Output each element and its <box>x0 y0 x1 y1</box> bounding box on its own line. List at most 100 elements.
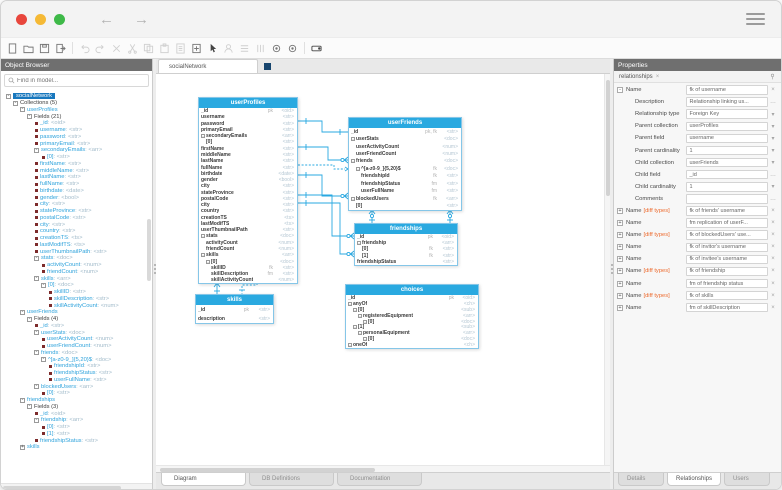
tree-expander[interactable]: - <box>34 148 39 153</box>
add-collection-icon[interactable] <box>189 40 204 56</box>
entity-choices[interactable]: choices_idpk<oid>-anyOf<ch>-[0]<sub>-reg… <box>345 284 479 349</box>
more-icon[interactable]: … <box>768 196 778 202</box>
entity-row[interactable]: -blockedUsersfk<arr> <box>349 195 461 202</box>
property-row[interactable]: DescriptionRelationship linking us...… <box>614 96 781 108</box>
minimize-window-button[interactable] <box>35 14 46 25</box>
property-value-input[interactable]: _id <box>686 170 768 180</box>
entity-row-expander[interactable]: - <box>351 197 355 201</box>
entity-row[interactable]: userFriendCount<num> <box>349 150 461 157</box>
property-value-input[interactable]: Foreign Key <box>686 109 768 119</box>
tab-users[interactable]: Users <box>724 473 770 486</box>
forward-icon[interactable]: → <box>134 11 149 28</box>
property-value-input[interactable]: fm of friendship status <box>686 279 768 289</box>
tree-expander[interactable]: - <box>20 310 25 315</box>
storage-icon[interactable] <box>309 40 324 56</box>
dropdown-icon[interactable]: ▾ <box>768 123 778 130</box>
entity-row[interactable]: userFullNamefm<str> <box>349 188 461 195</box>
tree-expander[interactable]: - <box>41 283 46 288</box>
search-input[interactable] <box>17 78 145 84</box>
tree-hscroll-thumb[interactable] <box>3 486 121 490</box>
more-icon[interactable]: … <box>768 99 778 105</box>
property-expander[interactable]: + <box>617 220 623 226</box>
tree-expander[interactable]: - <box>34 256 39 261</box>
tab-db-definitions[interactable]: DB Definitions <box>249 473 334 486</box>
property-value-input[interactable]: userProfiles <box>686 122 768 132</box>
property-value-input[interactable]: 1 <box>686 146 768 156</box>
close-window-button[interactable] <box>16 14 27 25</box>
property-expander[interactable]: + <box>617 281 623 287</box>
tree-expander[interactable]: - <box>34 418 39 423</box>
property-value-input[interactable]: fm replication of userF... <box>686 218 768 228</box>
property-value-input[interactable]: 1 <box>686 182 768 192</box>
tab-details[interactable]: Details <box>618 473 664 486</box>
tree-item[interactable]: -Fields (21) <box>4 113 152 120</box>
tree-expander[interactable]: - <box>41 357 46 362</box>
tree-item[interactable]: firstName : <str> <box>4 161 152 168</box>
tree-vertical-scrollbar[interactable] <box>147 219 151 281</box>
tree-expander[interactable]: - <box>20 107 25 112</box>
tree-item[interactable]: _id : <oid> <box>4 410 152 417</box>
entity-row-expander[interactable]: - <box>363 337 367 341</box>
tab-relationships[interactable]: Relationships <box>667 473 721 486</box>
entity-row[interactable]: friendshipStatus<str> <box>355 259 457 265</box>
property-expander[interactable]: + <box>617 305 623 311</box>
property-row[interactable]: +Namefm of friendship status× <box>614 278 781 290</box>
clear-icon[interactable]: × <box>768 232 778 238</box>
property-row[interactable]: Relationship typeForeign Key▾ <box>614 108 781 120</box>
entity-row[interactable]: _idpk, fk<str> <box>349 128 461 135</box>
property-expander[interactable]: + <box>617 232 623 238</box>
property-row[interactable]: Comments… <box>614 193 781 205</box>
tree-item[interactable]: middleName : <str> <box>4 167 152 174</box>
tree-expander[interactable]: - <box>27 114 32 119</box>
clear-icon[interactable]: × <box>768 268 778 274</box>
tree-expander[interactable]: - <box>34 276 39 281</box>
tree-item[interactable]: activityCount : <num> <box>4 262 152 269</box>
entity-row[interactable]: [0]<str> <box>349 202 461 209</box>
tree-item[interactable]: -Fields (4) <box>4 316 152 323</box>
canvas-hscroll-thumb[interactable] <box>160 468 375 472</box>
entity-row-expander[interactable]: - <box>351 159 355 163</box>
back-icon[interactable]: ← <box>99 11 114 28</box>
tree-item[interactable]: postalCode : <str> <box>4 215 152 222</box>
property-row[interactable]: +Namefk of invitor's username× <box>614 241 781 253</box>
property-expander[interactable]: - <box>617 87 623 93</box>
tree-item[interactable]: creationTS : <ts> <box>4 235 152 242</box>
property-expander[interactable]: + <box>617 244 623 250</box>
entity-row[interactable]: -^[a-z0-9_]{5,20}$fk<doc> <box>349 165 461 172</box>
tree-item[interactable]: -friendships <box>4 397 152 404</box>
tree-item[interactable]: -userFriends <box>4 309 152 316</box>
tree-item[interactable]: birthdate : <date> <box>4 188 152 195</box>
tree-item[interactable]: [0] : <str> <box>4 154 152 161</box>
tree-item[interactable]: -socialNetwork <box>4 93 152 100</box>
clear-icon[interactable]: × <box>768 305 778 311</box>
entity-row[interactable]: -userStats<doc> <box>349 135 461 142</box>
tree-item[interactable]: city : <str> <box>4 221 152 228</box>
open-model-icon[interactable] <box>21 40 36 56</box>
tree-expander[interactable]: - <box>34 384 39 389</box>
tree-item[interactable]: _id : <oid> <box>4 120 152 127</box>
property-value-input[interactable]: fk of username <box>686 85 768 95</box>
entity-row-expander[interactable]: - <box>348 343 352 347</box>
tree-item[interactable]: skillActivityCount : <num> <box>4 302 152 309</box>
dropdown-icon[interactable]: ▾ <box>768 111 778 118</box>
property-row[interactable]: Parent collectionuserProfiles▾ <box>614 120 781 132</box>
property-row[interactable]: +Name[diff types]fk of friendship× <box>614 265 781 277</box>
tree-expander[interactable]: - <box>13 101 18 106</box>
save-model-icon[interactable] <box>37 40 52 56</box>
entity-row[interactable]: -friends<doc> <box>349 158 461 165</box>
tree-item[interactable]: -userStats : <doc> <box>4 329 152 336</box>
property-expander[interactable]: + <box>617 268 623 274</box>
tree-item[interactable]: userThumbnailPath : <str> <box>4 248 152 255</box>
tree-item[interactable]: userFriendCount : <num> <box>4 343 152 350</box>
property-value-input[interactable]: fk of invitee's username <box>686 255 768 265</box>
tree-item[interactable]: fullName : <str> <box>4 181 152 188</box>
entity-row[interactable]: description<str> <box>196 314 273 323</box>
dropdown-icon[interactable]: ▾ <box>768 183 778 190</box>
entity-userProfiles[interactable]: userProfiles_idpk<oid>username<str>passw… <box>198 97 298 284</box>
pointer-icon[interactable] <box>205 40 220 56</box>
property-row[interactable]: +Namefm replication of userF...× <box>614 217 781 229</box>
clear-icon[interactable]: × <box>768 293 778 299</box>
tree-item[interactable]: gender : <bool> <box>4 194 152 201</box>
clear-icon[interactable]: × <box>768 244 778 250</box>
tab-documentation[interactable]: Documentation <box>337 473 422 486</box>
